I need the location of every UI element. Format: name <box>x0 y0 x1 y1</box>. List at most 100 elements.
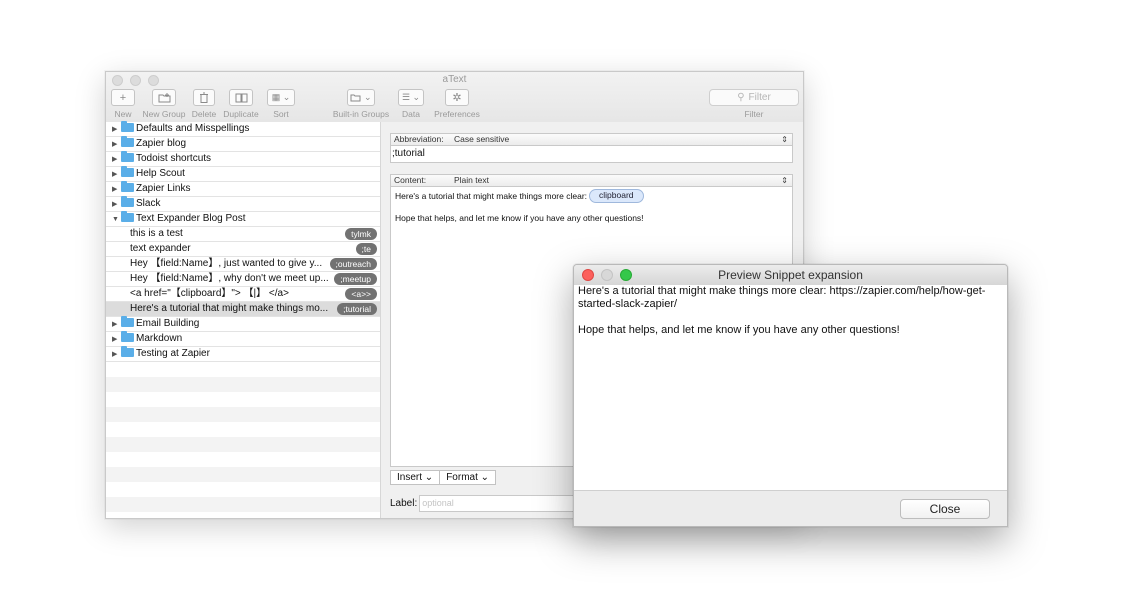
filter-placeholder: Filter <box>748 92 771 103</box>
sort-label: Sort <box>273 109 289 119</box>
abbreviation-badge: <a>> <box>345 288 377 300</box>
empty-row <box>106 467 380 482</box>
content-line: Hope that helps, and let me know if you … <box>395 213 644 223</box>
empty-row <box>106 512 380 518</box>
data-label: Data <box>402 109 420 119</box>
disclosure-right-icon[interactable]: ▶ <box>112 198 121 212</box>
trash-icon <box>193 89 215 106</box>
abbreviation-key: Abbreviation: <box>394 134 444 144</box>
sidebar-group[interactable]: ▶ Todoist shortcuts <box>106 151 380 167</box>
folder-icon <box>121 211 134 222</box>
empty-row <box>106 362 380 377</box>
sidebar-group[interactable]: ▶ Slack <box>106 196 380 212</box>
folder-icon <box>121 196 134 207</box>
sidebar-group[interactable]: ▶ Testing at Zapier <box>106 346 380 362</box>
folder-icon <box>121 316 134 327</box>
list-icon: ☰ ⌄ <box>398 89 424 106</box>
snippet-row-selected[interactable]: Here's a tutorial that might make things… <box>106 302 380 317</box>
duplicate-icon <box>229 89 253 106</box>
snippet-text: <a href="【clipboard】"> 【|】 </a> <box>130 288 289 299</box>
label-key: Label: <box>390 498 418 509</box>
content-paragraph: Here's a tutorial that might make things… <box>395 189 788 203</box>
titlebar: aText + New New Group Delete Duplicate ▦… <box>106 72 803 123</box>
up-down-arrows-icon: ⇕ <box>781 135 788 144</box>
empty-row <box>106 377 380 392</box>
snippet-row[interactable]: Hey 【field:Name】, why don't we meet up..… <box>106 272 380 287</box>
sidebar-group[interactable]: ▶ Help Scout <box>106 166 380 182</box>
builtin-groups-button[interactable]: ⌄ Built-in Groups <box>331 89 391 119</box>
disclosure-right-icon[interactable]: ▶ <box>112 318 121 332</box>
abbreviation-badge: ;outreach <box>329 258 377 270</box>
abbreviation-mode-select[interactable]: Abbreviation: Case sensitive ⇕ <box>390 133 793 146</box>
preview-line: Hope that helps, and let me know if you … <box>578 324 900 336</box>
sort-button[interactable]: ▦ ⌄ Sort <box>266 89 296 119</box>
snippet-text: text expander <box>130 243 191 254</box>
preview-line: Here's a tutorial that might make things… <box>578 285 986 310</box>
empty-row <box>106 407 380 422</box>
empty-row <box>106 497 380 512</box>
disclosure-down-icon[interactable]: ▼ <box>112 213 121 227</box>
new-group-button[interactable]: New Group <box>141 89 187 119</box>
clipboard-token[interactable]: clipboard <box>589 189 644 203</box>
group-name: Zapier Links <box>136 183 191 194</box>
new-group-label: New Group <box>142 109 186 119</box>
chevron-down-icon: ⌄ <box>424 472 434 483</box>
sidebar-group-open[interactable]: ▼ Text Expander Blog Post <box>106 211 380 227</box>
disclosure-right-icon[interactable]: ▶ <box>112 153 121 167</box>
snippet-row[interactable]: Hey 【field:Name】, just wanted to give y.… <box>106 257 380 272</box>
folder-icon <box>121 346 134 357</box>
label-input[interactable]: optional <box>419 495 580 512</box>
folder-icon <box>121 136 134 147</box>
sidebar-group[interactable]: ▶ Markdown <box>106 331 380 347</box>
abbreviation-badge: ;te <box>355 243 377 255</box>
snippet-text: this is a test <box>130 228 183 239</box>
filter-search-field[interactable]: ⚲ Filter <box>709 89 799 106</box>
insert-menu-button[interactable]: Insert ⌄ <box>390 470 441 485</box>
empty-row <box>106 482 380 497</box>
delete-button[interactable]: Delete <box>190 89 218 119</box>
dialog-title: Preview Snippet expansion <box>718 268 863 282</box>
group-name: Markdown <box>136 333 183 344</box>
disclosure-right-icon[interactable]: ▶ <box>112 123 121 137</box>
delete-label: Delete <box>191 109 217 119</box>
new-button[interactable]: + New <box>110 89 136 119</box>
empty-row <box>106 392 380 407</box>
data-button[interactable]: ☰ ⌄ Data <box>398 89 424 119</box>
snippet-row[interactable]: <a href="【clipboard】"> 【|】 </a> <a>> <box>106 287 380 302</box>
sidebar-group[interactable]: ▶ Email Building <box>106 316 380 332</box>
disclosure-right-icon[interactable]: ▶ <box>112 333 121 347</box>
preview-text[interactable]: Here's a tutorial that might make things… <box>574 285 1007 491</box>
abbreviation-input[interactable]: ;tutorial <box>390 146 793 163</box>
format-menu-button[interactable]: Format ⌄ <box>439 470 497 485</box>
content-type-select[interactable]: Content: Plain text ⇕ <box>390 174 793 187</box>
folder-icon <box>121 331 134 342</box>
snippet-text: Hey 【field:Name】, just wanted to give y.… <box>130 258 323 269</box>
sidebar-group[interactable]: ▶ Zapier Links <box>106 181 380 197</box>
sidebar-group[interactable]: ▶ Defaults and Misspellings <box>106 121 380 137</box>
empty-row <box>106 422 380 437</box>
builtin-groups-icon: ⌄ <box>347 89 375 106</box>
folder-icon <box>121 181 134 192</box>
group-name: Help Scout <box>136 168 185 179</box>
close-button[interactable]: Close <box>900 499 990 519</box>
new-label: New <box>114 109 132 119</box>
group-name: Text Expander Blog Post <box>136 213 246 224</box>
group-name: Slack <box>136 198 161 209</box>
search-icon: ⚲ <box>737 92 745 103</box>
duplicate-button[interactable]: Duplicate <box>221 89 261 119</box>
dialog-titlebar: Preview Snippet expansion <box>574 265 1007 286</box>
preview-dialog: Preview Snippet expansion Here's a tutor… <box>573 264 1008 527</box>
preferences-button[interactable]: ✲ Preferences <box>432 89 482 119</box>
disclosure-right-icon[interactable]: ▶ <box>112 138 121 152</box>
empty-row <box>106 452 380 467</box>
window-title: aText <box>442 74 467 85</box>
abbreviation-badge: ;meetup <box>334 273 377 285</box>
sidebar-group[interactable]: ▶ Zapier blog <box>106 136 380 152</box>
snippet-row[interactable]: this is a test tylmk <box>106 227 380 242</box>
content-mode: Plain text <box>454 175 489 185</box>
insert-label: Insert <box>397 472 423 483</box>
disclosure-right-icon[interactable]: ▶ <box>112 168 121 182</box>
snippet-row[interactable]: text expander ;te <box>106 242 380 257</box>
disclosure-right-icon[interactable]: ▶ <box>112 348 121 362</box>
disclosure-right-icon[interactable]: ▶ <box>112 183 121 197</box>
